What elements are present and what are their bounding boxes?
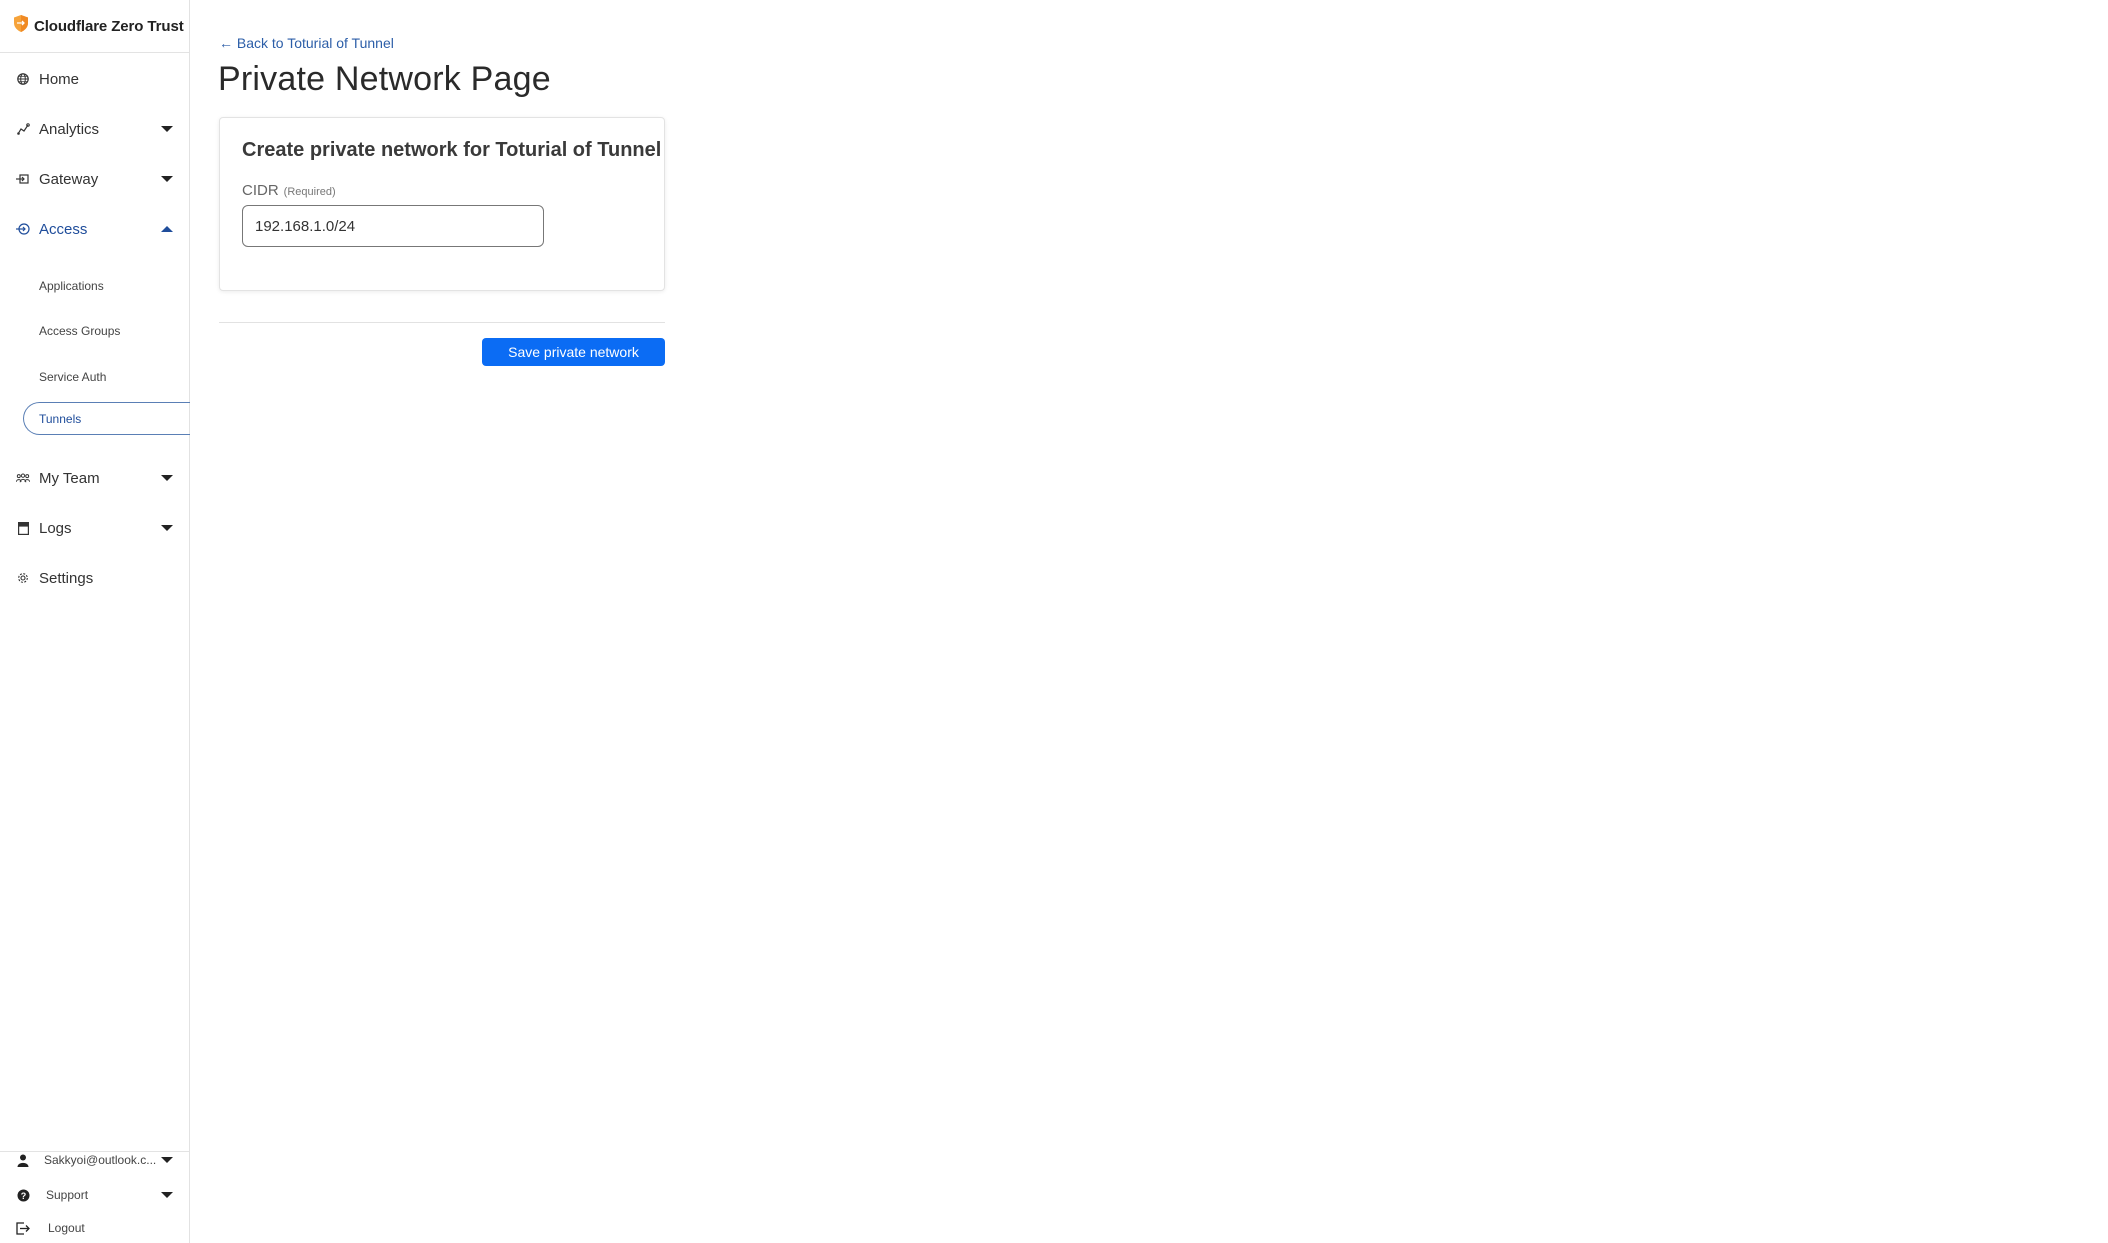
sidebar-subitem-access-groups[interactable]: Access Groups [0,316,189,346]
chevron-down-icon[interactable] [161,525,173,531]
sidebar-subitem-service-auth[interactable]: Service Auth [0,362,189,392]
team-icon [16,471,30,485]
user-icon [16,1153,30,1167]
logout-button[interactable]: Logout [0,1214,189,1242]
brand[interactable]: Cloudflare Zero Trust [14,14,184,38]
sidebar-subitem-label: Access Groups [39,324,121,338]
sidebar-item-label: Gateway [39,170,99,188]
help-icon: ? [16,1188,30,1202]
sidebar-item-access[interactable]: Access [0,211,189,247]
chevron-down-icon[interactable] [161,126,173,132]
cidr-label: CIDR (Required) [242,182,336,199]
analytics-icon [16,122,30,136]
sidebar-item-logs[interactable]: Logs [0,510,189,546]
cidr-label-text: CIDR [242,182,279,199]
sidebar-item-gateway[interactable]: Gateway [0,161,189,197]
page-title: Private Network Page [218,60,551,98]
support-menu[interactable]: ? Support [0,1181,189,1209]
support-label: Support [46,1188,89,1202]
sidebar-item-label: My Team [39,469,100,487]
access-icon [16,222,30,236]
brand-name: Cloudflare Zero Trust [34,17,184,35]
back-link[interactable]: ← Back to Toturial of Tunnel [219,35,394,51]
divider [219,322,665,323]
sidebar-subitem-applications[interactable]: Applications [0,271,189,301]
sidebar-subitem-tunnels[interactable]: Tunnels [23,402,190,435]
logs-icon [16,521,30,535]
globe-icon [16,72,30,86]
gateway-icon [16,172,30,186]
logout-label: Logout [48,1221,85,1235]
logout-icon [16,1221,30,1235]
chevron-down-icon[interactable] [161,1157,173,1163]
sidebar-item-label: Access [39,220,88,238]
account-menu[interactable]: Sakkyoi@outlook.c... [0,1146,189,1174]
svg-text:?: ? [20,1191,26,1201]
sidebar-item-label: Home [39,70,80,88]
cidr-input[interactable] [242,205,544,247]
chevron-down-icon[interactable] [161,176,173,182]
account-email: Sakkyoi@outlook.c... [44,1153,157,1167]
sidebar: Cloudflare Zero Trust Home Analytics Gat… [0,0,190,1243]
sidebar-item-label: Logs [39,519,72,537]
private-network-form-card: Create private network for Toturial of T… [219,117,665,291]
sidebar-item-my-team[interactable]: My Team [0,460,189,496]
sidebar-subitem-label: Applications [39,279,104,293]
chevron-down-icon[interactable] [161,1192,173,1198]
chevron-up-icon[interactable] [161,226,173,232]
card-title: Create private network for Toturial of T… [242,139,662,161]
sidebar-item-settings[interactable]: Settings [0,560,189,596]
sidebar-item-label: Analytics [39,120,100,138]
sidebar-item-label: Settings [39,569,94,587]
gear-icon [16,571,30,585]
required-indicator: (Required) [283,186,336,198]
chevron-down-icon[interactable] [161,475,173,481]
cloudflare-logo-icon [14,15,28,37]
sidebar-item-analytics[interactable]: Analytics [0,111,189,147]
divider [0,52,189,53]
sidebar-subitem-label: Service Auth [39,370,107,384]
sidebar-subitem-label: Tunnels [39,411,82,426]
sidebar-item-home[interactable]: Home [0,61,189,97]
save-private-network-button[interactable]: Save private network [482,338,665,366]
